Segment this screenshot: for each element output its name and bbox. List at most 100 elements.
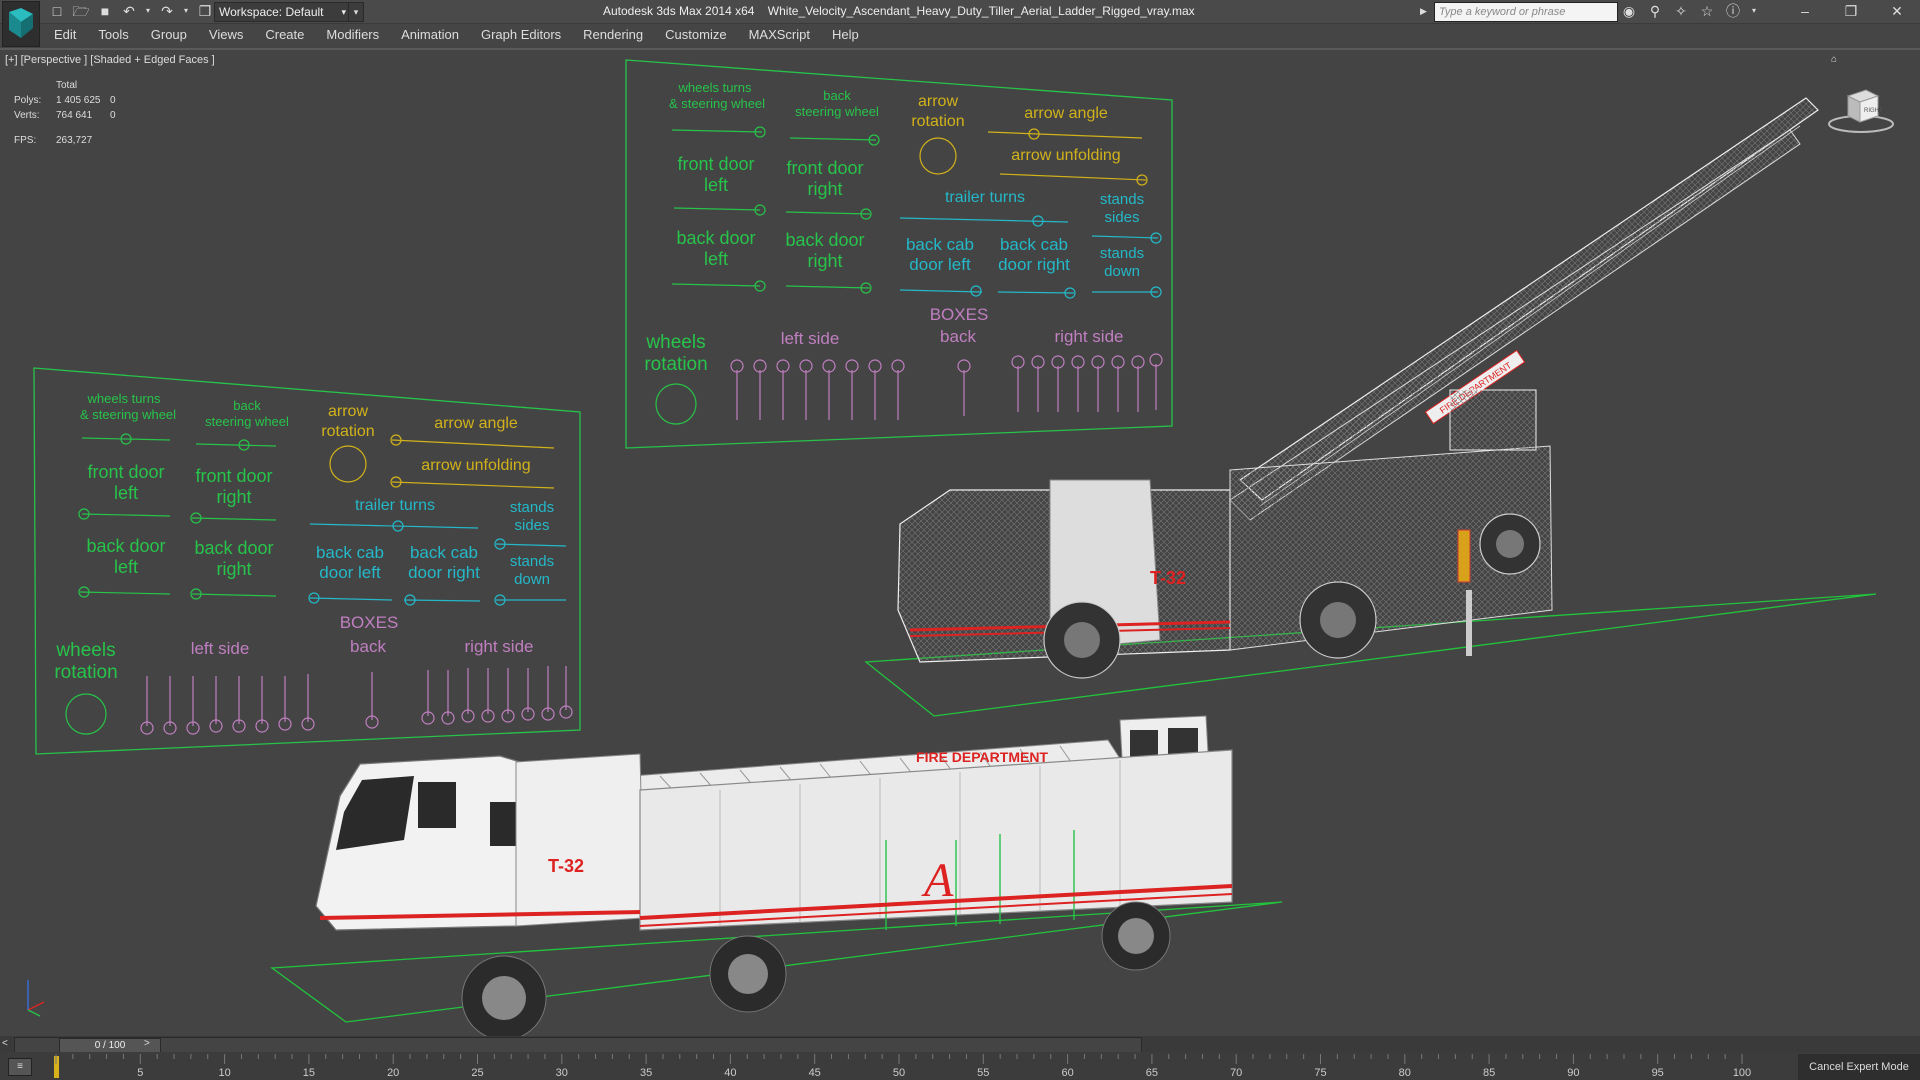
label-arrow-unfolding: arrow unfolding [1011, 147, 1120, 164]
label-steering-wheel: & steering wheel [669, 96, 765, 111]
label2-stands-down-2: down [514, 571, 550, 588]
rig-control-panel-upper[interactable]: wheels turns & steering wheel back steer… [625, 59, 1173, 449]
rig-control-panel-lower[interactable]: wheels turns & steering wheel back steer… [33, 367, 581, 755]
label-stands-sides-2: sides [1104, 209, 1139, 226]
undo-dropdown-icon[interactable]: ▾ [144, 2, 152, 20]
alabama-logo-icon: A [921, 854, 954, 907]
label-back-door-right-1: back door [785, 230, 864, 250]
menu-views[interactable]: Views [209, 27, 255, 42]
shaded-fire-truck[interactable]: FIRE DEPARTMENT T-32 A [315, 715, 1233, 1038]
label2-stands-sides-2: sides [514, 517, 549, 534]
label-right-side: right side [1055, 327, 1124, 346]
label2-left-side: left side [191, 639, 250, 658]
scene-canvas[interactable]: wheels turns & steering wheel back steer… [0, 50, 1920, 1038]
label-stands-down-2: down [1104, 263, 1140, 280]
label-back-door-right-2: right [807, 251, 842, 271]
menu-bar: Edit Tools Group Views Create Modifiers … [0, 24, 1920, 46]
new-file-icon[interactable]: □ [48, 2, 66, 20]
label2-wheels-turns: wheels turns [87, 391, 161, 406]
open-file-icon[interactable]: 🗁 [72, 2, 90, 20]
label2-back-cab-right-2: door right [408, 563, 480, 582]
wireframe-fire-truck[interactable]: FIRE DEPARTMENT T-32 [897, 97, 1819, 679]
label-wheels-rotation-1: wheels [645, 332, 705, 353]
tick-label: 55 [977, 1067, 989, 1079]
label2-back-boxes: back [350, 637, 386, 656]
tick-label: 85 [1483, 1067, 1495, 1079]
label2-wheels-rotation-2: rotation [54, 662, 117, 683]
search-input[interactable]: Type a keyword or phrase [1434, 2, 1618, 22]
tick-label: 70 [1230, 1067, 1242, 1079]
label2-trailer-turns: trailer turns [355, 497, 435, 514]
app-logo-button[interactable] [2, 1, 40, 47]
label-back: back [823, 88, 851, 103]
search-tools-icon[interactable]: ⚲ [1646, 2, 1664, 20]
help-dropdown-icon[interactable]: ▾ [1750, 2, 1758, 20]
time-next-icon[interactable]: > [144, 1038, 150, 1049]
tick-label: 10 [218, 1067, 230, 1079]
track-ticks: 5 10 15 20 25 30 35 40 45 50 55 60 65 70… [54, 1054, 1751, 1079]
chevron-down-icon: ▾ [341, 7, 346, 17]
menu-create[interactable]: Create [265, 27, 316, 42]
tick-label: 5 [137, 1067, 143, 1079]
label-trailer-turns: trailer turns [945, 189, 1025, 206]
minimize-button[interactable]: – [1782, 0, 1828, 23]
label2-front-door-left-1: front door [87, 462, 164, 482]
label-front-door-right-2: right [807, 179, 842, 199]
label2-wheels-rotation-1: wheels [55, 640, 115, 661]
save-icon[interactable]: ■ [96, 2, 114, 20]
label-front-door-left-1: front door [677, 154, 754, 174]
workspace-select[interactable]: Workspace: Default ▾ [214, 2, 350, 22]
label2-arrow-rotation: rotation [321, 423, 374, 440]
label2-front-door-right-1: front door [195, 466, 272, 486]
time-prev-icon[interactable]: < [2, 1038, 12, 1050]
close-button[interactable]: ✕ [1874, 0, 1920, 23]
help-icon[interactable]: ⓘ [1724, 2, 1742, 20]
menu-help[interactable]: Help [832, 27, 871, 42]
menu-animation[interactable]: Animation [401, 27, 471, 42]
binoculars-icon[interactable]: ◉ [1620, 2, 1638, 20]
redo-dropdown-icon[interactable]: ▾ [182, 2, 190, 20]
tick-label: 15 [303, 1067, 315, 1079]
label-stands-down-1: stands [1100, 245, 1144, 262]
label-back-boxes: back [940, 327, 976, 346]
label-arrow: arrow [918, 93, 958, 110]
menu-tools[interactable]: Tools [98, 27, 140, 42]
menu-modifiers[interactable]: Modifiers [326, 27, 391, 42]
label2-front-door-right-2: right [216, 487, 251, 507]
app-title: Autodesk 3ds Max 2014 x64 [603, 4, 755, 18]
tick-label: 50 [893, 1067, 905, 1079]
label2-arrow: arrow [328, 403, 368, 420]
search-expand-icon[interactable]: ▶ [1420, 2, 1432, 20]
label2-back-door-right-2: right [216, 559, 251, 579]
project-icon[interactable]: ❐ [196, 2, 214, 20]
time-slider-track[interactable]: 0 / 100 [14, 1037, 1142, 1054]
menu-edit[interactable]: Edit [54, 27, 88, 42]
menu-group[interactable]: Group [151, 27, 199, 42]
menu-maxscript[interactable]: MAXScript [749, 27, 822, 42]
tick-label: 75 [1314, 1067, 1326, 1079]
label-wheels-turns: wheels turns [678, 80, 752, 95]
menu-rendering[interactable]: Rendering [583, 27, 655, 42]
label2-back-door-left-1: back door [86, 536, 165, 556]
label-arrow-rotation: rotation [911, 113, 964, 130]
wire-unit-number: T-32 [1150, 568, 1186, 588]
label2-back-cab-right-1: back cab [410, 543, 478, 562]
workspace-expand-button[interactable]: ▾ [348, 2, 364, 22]
restore-button[interactable]: ❐ [1828, 0, 1874, 23]
redo-icon[interactable]: ↷ [158, 2, 176, 20]
star-icon[interactable]: ☆ [1698, 2, 1716, 20]
tick-label: 65 [1146, 1067, 1158, 1079]
menu-customize[interactable]: Customize [665, 27, 738, 42]
label2-back-cab-left-2: door left [319, 563, 381, 582]
undo-icon[interactable]: ↶ [120, 2, 138, 20]
tick-label: 80 [1399, 1067, 1411, 1079]
perspective-viewport[interactable]: [+] [Perspective ] [Shaded + Edged Faces… [0, 48, 1920, 1038]
menu-graph-editors[interactable]: Graph Editors [481, 27, 573, 42]
cancel-expert-mode-button[interactable]: Cancel Expert Mode [1798, 1054, 1920, 1080]
label2-stands-sides-1: stands [510, 499, 554, 516]
axis-tripod-icon [27, 980, 45, 1017]
tick-label: 60 [1061, 1067, 1073, 1079]
satellite-icon[interactable]: ✧ [1672, 2, 1690, 20]
label-stands-sides-1: stands [1100, 191, 1144, 208]
track-bar[interactable]: ≡ 5 10 15 20 25 30 35 40 45 50 55 60 65 … [0, 1052, 1920, 1080]
